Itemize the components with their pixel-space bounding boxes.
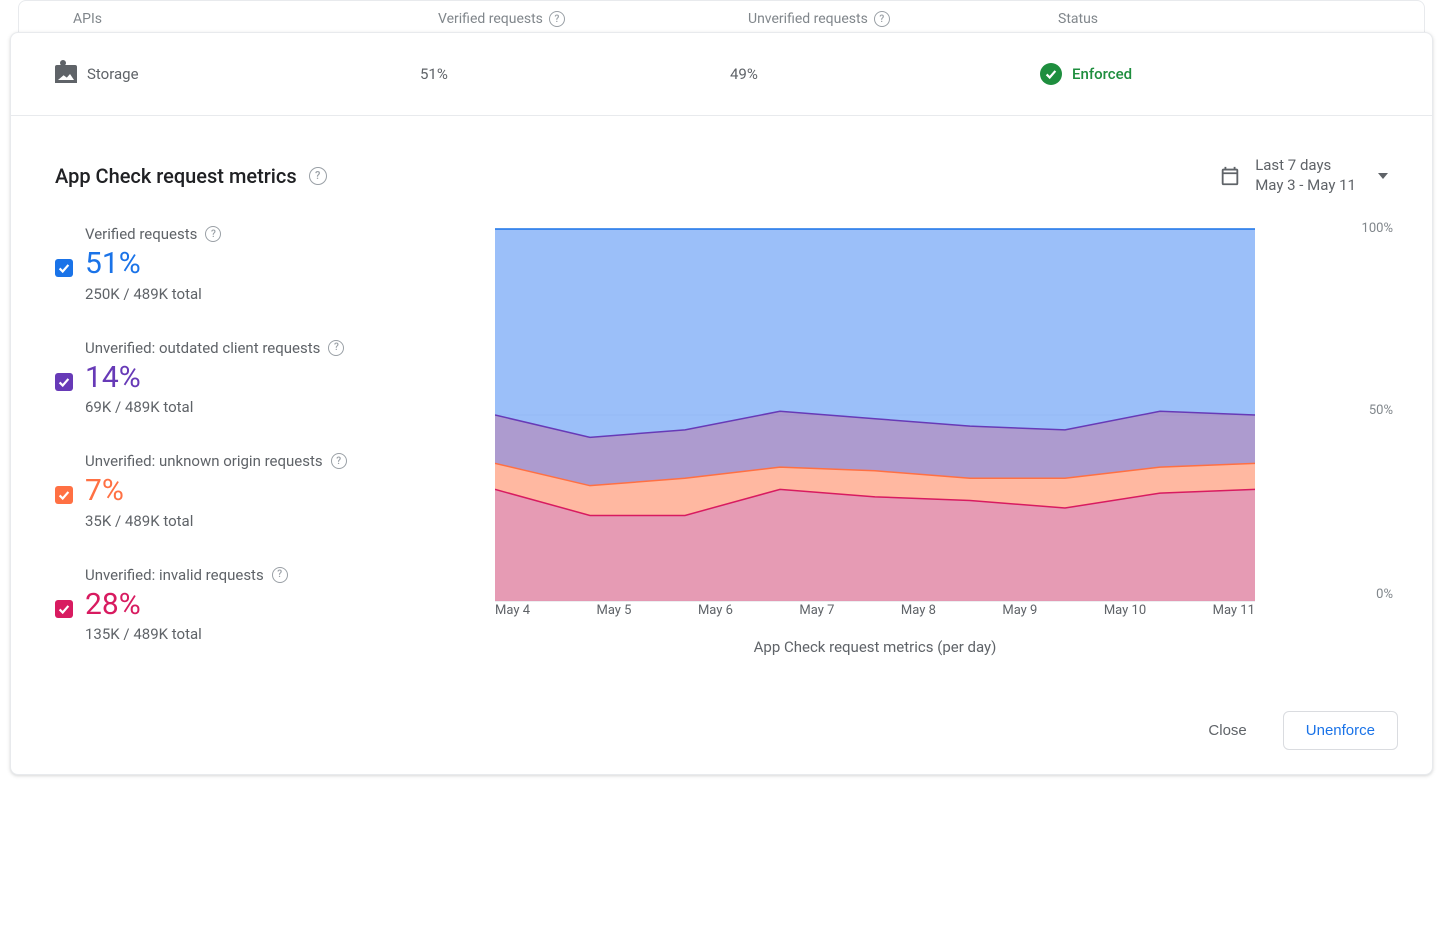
metrics-legend: Verified requests? 51% 250K / 489K total Un…: [55, 225, 455, 679]
metric-checkbox[interactable]: [55, 486, 73, 504]
metric-label: Unverified: unknown origin requests?: [85, 452, 455, 470]
status-badge: Enforced: [1040, 63, 1398, 85]
help-icon[interactable]: ?: [331, 453, 347, 469]
x-tick: May 5: [596, 603, 631, 618]
metric-item: Unverified: invalid requests? 28%135K / 4…: [55, 566, 455, 644]
header-status: Status: [1058, 11, 1390, 27]
chart-caption: App Check request metrics (per day): [495, 638, 1255, 656]
close-button[interactable]: Close: [1196, 712, 1258, 749]
row-verified-pct: 51%: [420, 65, 730, 83]
x-tick: May 10: [1104, 603, 1146, 618]
x-tick: May 11: [1213, 603, 1255, 618]
help-icon[interactable]: ?: [205, 226, 221, 242]
card-footer: Close Unenforce: [11, 699, 1432, 774]
metric-item: Verified requests? 51% 250K / 489K total: [55, 225, 455, 303]
y-tick: 100%: [1362, 221, 1393, 236]
x-tick: May 6: [698, 603, 733, 618]
chevron-down-icon: [1378, 173, 1388, 179]
header-unverified: Unverified requests ?: [748, 11, 1058, 27]
help-icon[interactable]: ?: [328, 340, 344, 356]
x-tick: May 7: [799, 603, 834, 618]
api-name: Storage: [87, 65, 139, 83]
x-tick: May 9: [1002, 603, 1037, 618]
metrics-card: Storage 51% 49% Enforced App Check reque…: [10, 32, 1433, 775]
header-apis: APIs: [73, 11, 438, 27]
metric-sub: 135K / 489K total: [85, 625, 455, 643]
y-tick: 0%: [1376, 587, 1393, 602]
help-icon[interactable]: ?: [309, 167, 327, 185]
calendar-icon: [1219, 165, 1241, 187]
metric-sub: 69K / 489K total: [85, 398, 455, 416]
x-axis-labels: May 4 May 5 May 6 May 7 May 8 May 9 May 10 May …: [495, 603, 1255, 618]
x-tick: May 8: [901, 603, 936, 618]
metric-pct: 28%: [85, 586, 455, 624]
unenforce-button[interactable]: Unenforce: [1283, 711, 1398, 750]
storage-icon: [55, 65, 77, 83]
y-tick: 50%: [1369, 403, 1393, 418]
metric-item: Unverified: unknown origin requests? 7% 35…: [55, 452, 455, 530]
date-range-picker[interactable]: Last 7 days May 3 - May 11: [1219, 156, 1388, 195]
metric-pct: 7%: [85, 472, 455, 510]
date-range-label: Last 7 days: [1255, 156, 1356, 176]
header-verified: Verified requests ?: [438, 11, 748, 27]
help-icon[interactable]: ?: [549, 11, 565, 27]
help-icon[interactable]: ?: [272, 567, 288, 583]
x-tick: May 4: [495, 603, 530, 618]
help-icon[interactable]: ?: [874, 11, 890, 27]
section-title: App Check request metrics ?: [55, 164, 327, 188]
metric-pct: 14%: [85, 359, 455, 397]
metric-checkbox[interactable]: [55, 600, 73, 618]
check-circle-icon: [1040, 63, 1062, 85]
metric-label: Verified requests?: [85, 225, 455, 243]
metric-item: Unverified: outdated client requests? 14%…: [55, 339, 455, 417]
metric-label: Unverified: invalid requests?: [85, 566, 455, 584]
metric-pct: 51%: [85, 245, 455, 283]
row-unverified-pct: 49%: [730, 65, 1040, 83]
metric-checkbox[interactable]: [55, 373, 73, 391]
metric-sub: 35K / 489K total: [85, 512, 455, 530]
metric-sub: 250K / 489K total: [85, 285, 455, 303]
date-range-value: May 3 - May 11: [1255, 176, 1356, 196]
metric-label: Unverified: outdated client requests?: [85, 339, 455, 357]
stacked-area-chart[interactable]: [495, 225, 1255, 605]
chart-area: 100% 50% 0% May 4May 5May 6May 7May 8May…: [495, 225, 1388, 679]
metric-checkbox[interactable]: [55, 259, 73, 277]
table-row[interactable]: Storage 51% 49% Enforced: [11, 33, 1432, 116]
